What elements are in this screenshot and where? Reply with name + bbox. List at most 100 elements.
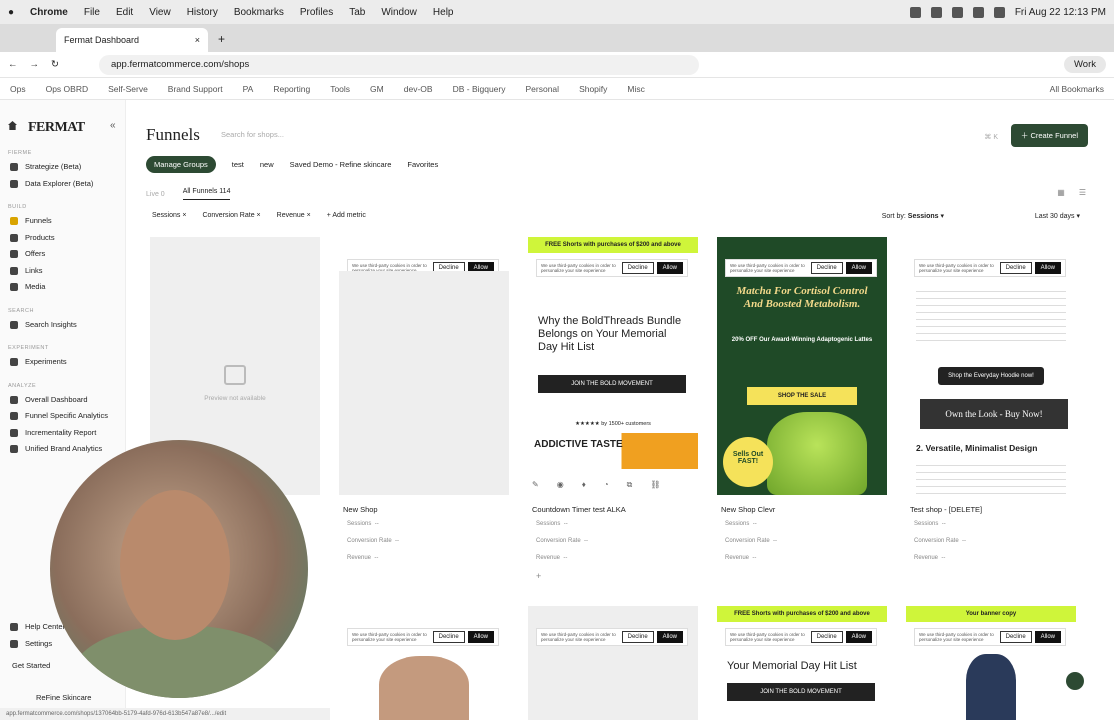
funnel-card[interactable]: FREE Shorts with purchases of $200 and a…: [528, 237, 698, 587]
close-icon[interactable]: ×: [195, 35, 200, 45]
sidebar-item-funnels[interactable]: Funnels: [10, 216, 52, 225]
decline-button[interactable]: Decline: [621, 631, 654, 643]
decline-button[interactable]: Decline: [810, 262, 843, 274]
grid-view-icon[interactable]: ▦: [1057, 188, 1065, 197]
sidebar-item-funnel-analytics[interactable]: Funnel Specific Analytics: [10, 411, 108, 420]
metric-chip-revenue[interactable]: Revenue ×: [277, 212, 311, 219]
status-icon[interactable]: [930, 6, 942, 18]
funnel-card[interactable]: We use third-party cookies in order to p…: [906, 237, 1076, 587]
group-test[interactable]: test: [232, 160, 244, 169]
bookmark-pa[interactable]: PA: [243, 84, 254, 94]
search-icon[interactable]: [993, 6, 1005, 18]
menu-help[interactable]: Help: [433, 7, 454, 18]
ab-test-icon[interactable]: ♦: [582, 480, 586, 490]
allow-button[interactable]: Allow: [1034, 262, 1061, 274]
tab-all-funnels[interactable]: All Funnels 114: [182, 188, 231, 200]
status-icon[interactable]: [951, 6, 963, 18]
menu-file[interactable]: File: [84, 7, 100, 18]
create-funnel-button[interactable]: ＋ Create Funnel: [1010, 124, 1088, 147]
sidebar-item-media[interactable]: Media: [10, 282, 45, 291]
forward-icon[interactable]: →: [30, 59, 40, 70]
sidebar-item-data-explorer[interactable]: Data Explorer (Beta): [10, 179, 93, 188]
bookmark-misc[interactable]: Misc: [627, 84, 644, 94]
menu-app[interactable]: Chrome: [30, 7, 68, 18]
bookmark-shopify[interactable]: Shopify: [579, 84, 607, 94]
status-icon[interactable]: [909, 6, 921, 18]
bookmark-tools[interactable]: Tools: [330, 84, 350, 94]
funnel-card[interactable]: FREE Shorts with purchases of $200 and a…: [717, 606, 887, 720]
analytics-icon[interactable]: ◔: [604, 480, 609, 490]
manage-groups-button[interactable]: Manage Groups: [146, 156, 216, 173]
date-range-dropdown[interactable]: Last 30 days ▾: [1035, 212, 1080, 220]
bookmark-personal[interactable]: Personal: [526, 84, 560, 94]
sort-dropdown[interactable]: Sort by: Sessions ▾: [882, 212, 944, 220]
clock[interactable]: Fri Aug 22 12:13 PM: [1015, 7, 1106, 18]
collapse-button[interactable]: «: [110, 120, 116, 131]
list-view-icon[interactable]: ☰: [1079, 188, 1086, 197]
link-icon[interactable]: ⛓: [650, 480, 660, 490]
allow-button[interactable]: Allow: [845, 262, 872, 274]
funnel-card[interactable]: We use third-party cookies in order to p…: [717, 237, 887, 587]
menu-profiles[interactable]: Profiles: [300, 7, 333, 18]
group-saved-demo[interactable]: Saved Demo - Refine skincare: [290, 160, 392, 169]
metric-chip-sessions[interactable]: Sessions ×: [152, 212, 186, 219]
allow-button[interactable]: Allow: [467, 631, 494, 643]
sidebar-item-overall-dashboard[interactable]: Overall Dashboard: [10, 395, 88, 404]
url-field[interactable]: app.fermatcommerce.com/shops: [98, 54, 699, 75]
browser-tab[interactable]: Fermat Dashboard ×: [56, 28, 208, 52]
decline-button[interactable]: Decline: [999, 262, 1032, 274]
profile-button[interactable]: Work: [1064, 56, 1106, 73]
all-bookmarks[interactable]: All Bookmarks: [1050, 84, 1104, 94]
funnel-card[interactable]: We use third-party cookies in order to p…: [528, 606, 698, 720]
allow-button[interactable]: Allow: [1034, 631, 1061, 643]
duplicate-icon[interactable]: ⧉: [627, 480, 633, 490]
add-metric-icon[interactable]: +: [536, 571, 541, 581]
bookmark-gm[interactable]: GM: [370, 84, 384, 94]
allow-button[interactable]: Allow: [656, 262, 683, 274]
reload-icon[interactable]: ↻: [51, 59, 59, 70]
search-input[interactable]: Search for shops...: [221, 130, 284, 139]
decline-button[interactable]: Decline: [810, 631, 843, 643]
add-metric-button[interactable]: + Add metric: [327, 212, 366, 219]
sidebar-item-products[interactable]: Products: [10, 233, 55, 242]
menu-bookmarks[interactable]: Bookmarks: [234, 7, 284, 18]
bookmark-brand-support[interactable]: Brand Support: [168, 84, 223, 94]
bookmark-ops-obrd[interactable]: Ops OBRD: [46, 84, 89, 94]
apple-icon[interactable]: ●: [8, 7, 14, 18]
funnel-card[interactable]: We use third-party cookies in order to p…: [339, 237, 509, 587]
menu-history[interactable]: History: [187, 7, 218, 18]
allow-button[interactable]: Allow: [845, 631, 872, 643]
menu-view[interactable]: View: [149, 7, 171, 18]
menu-tab[interactable]: Tab: [349, 7, 365, 18]
bookmark-reporting[interactable]: Reporting: [273, 84, 310, 94]
sidebar-item-help[interactable]: Help Center: [10, 622, 65, 631]
group-new[interactable]: new: [260, 160, 274, 169]
group-favorites[interactable]: Favorites: [407, 160, 438, 169]
allow-button[interactable]: Allow: [656, 631, 683, 643]
bookmark-self-serve[interactable]: Self-Serve: [108, 84, 148, 94]
preview-icon[interactable]: ◉: [557, 480, 564, 490]
menu-edit[interactable]: Edit: [116, 7, 133, 18]
sidebar-item-strategize[interactable]: Strategize (Beta): [10, 162, 81, 171]
home-icon[interactable]: [8, 121, 17, 130]
sidebar-item-offers[interactable]: Offers: [10, 249, 45, 258]
wifi-icon[interactable]: [972, 6, 984, 18]
tab-live[interactable]: Live 0: [146, 191, 165, 198]
sidebar-item-search-insights[interactable]: Search Insights: [10, 320, 77, 329]
bookmark-dev-ob[interactable]: dev-OB: [404, 84, 433, 94]
sidebar-item-links[interactable]: Links: [10, 266, 43, 275]
metric-chip-conversion[interactable]: Conversion Rate ×: [202, 212, 260, 219]
back-icon[interactable]: ←: [8, 59, 18, 70]
sidebar-item-unified-brand[interactable]: Unified Brand Analytics: [10, 444, 102, 453]
new-tab-button[interactable]: +: [218, 32, 225, 46]
decline-button[interactable]: Decline: [999, 631, 1032, 643]
get-started-button[interactable]: Get Started: [12, 661, 50, 670]
bookmark-bigquery[interactable]: DB - Bigquery: [453, 84, 506, 94]
sidebar-item-experiments[interactable]: Experiments: [10, 357, 67, 366]
chat-icon[interactable]: [1066, 672, 1084, 690]
edit-icon[interactable]: ✎: [532, 480, 539, 490]
menu-window[interactable]: Window: [381, 7, 417, 18]
funnel-card[interactable]: Your banner copy We use third-party cook…: [906, 606, 1076, 720]
bookmark-ops[interactable]: Ops: [10, 84, 26, 94]
decline-button[interactable]: Decline: [621, 262, 654, 274]
